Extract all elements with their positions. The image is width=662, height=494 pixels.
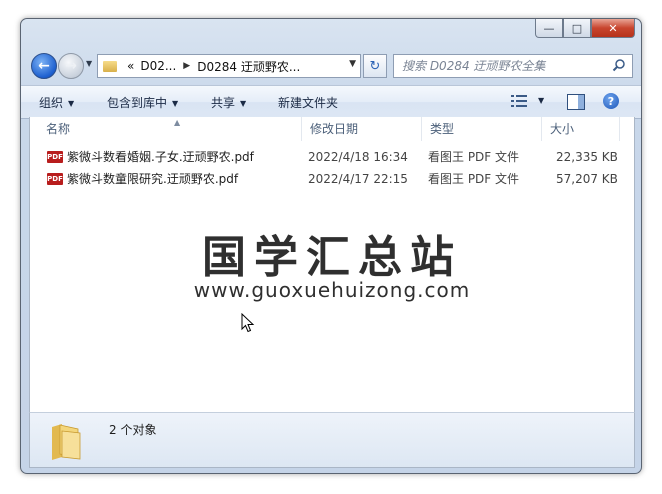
item-count: 2 个对象	[109, 423, 157, 437]
mouse-cursor-icon	[241, 313, 255, 333]
caption-buttons: — □ ✕	[535, 19, 635, 38]
explorer-window: — □ ✕ ← → ▼ « D02... ▶ D0284 迂顽野农... ▼ ↻	[20, 18, 642, 474]
pdf-file-icon: PDF	[47, 151, 63, 163]
file-date: 2022/4/18 16:34	[308, 150, 408, 164]
file-list: 名称 ▲ 修改日期 类型 大小 PDF 紫微斗数看婚姻.子女.迂顽野农.pdf …	[29, 117, 635, 412]
close-button[interactable]: ✕	[591, 19, 635, 38]
maximize-button[interactable]: □	[563, 19, 591, 38]
refresh-icon: ↻	[369, 58, 381, 74]
view-options-dropdown[interactable]: ▼	[538, 96, 544, 105]
back-arrow-icon: ←	[38, 58, 50, 74]
back-button[interactable]: ←	[31, 53, 57, 79]
details-pane: 2 个对象	[29, 412, 635, 468]
watermark-title: 国学汇总站	[202, 232, 462, 283]
search-box[interactable]	[393, 54, 633, 78]
address-bar[interactable]: « D02... ▶ D0284 迂顽野农... ▼	[97, 54, 361, 78]
column-name[interactable]: 名称 ▲	[38, 117, 302, 141]
column-date-modified[interactable]: 修改日期	[302, 117, 422, 141]
dropdown-arrow-icon: ▼	[172, 99, 179, 108]
refresh-button[interactable]: ↻	[363, 54, 387, 78]
forward-arrow-icon: →	[65, 58, 77, 74]
file-row[interactable]: PDF 紫微斗数童限研究.迂顽野农.pdf 2022/4/17 22:15 看图…	[30, 168, 634, 190]
organize-menu[interactable]: 组织 ▼	[39, 94, 74, 111]
column-type[interactable]: 类型	[422, 117, 542, 141]
sort-ascending-icon: ▲	[174, 118, 181, 127]
forward-button[interactable]: →	[58, 53, 84, 79]
share-label: 共享	[211, 96, 236, 110]
breadcrumb-parent[interactable]: D02...	[137, 59, 179, 73]
column-size[interactable]: 大小	[542, 117, 620, 141]
pdf-file-icon: PDF	[47, 173, 63, 185]
folder-icon	[103, 60, 117, 72]
column-header: 名称 ▲ 修改日期 类型 大小	[30, 117, 634, 141]
file-name[interactable]: 紫微斗数童限研究.迂顽野农.pdf	[67, 168, 238, 190]
breadcrumb-current[interactable]: D0284 迂顽野农...	[194, 58, 303, 75]
search-icon[interactable]	[612, 58, 626, 72]
chevron-right-icon[interactable]: ▶	[179, 61, 194, 71]
file-size: 22,335 KB	[556, 150, 618, 164]
file-type: 看图王 PDF 文件	[428, 172, 520, 186]
preview-pane-icon[interactable]	[567, 94, 585, 110]
dropdown-arrow-icon: ▼	[68, 99, 75, 108]
new-folder-button[interactable]: 新建文件夹	[278, 94, 338, 111]
file-date: 2022/4/17 22:15	[308, 172, 408, 186]
address-dropdown-icon[interactable]: ▼	[349, 59, 356, 69]
recent-pages-dropdown[interactable]: ▼	[86, 59, 92, 68]
watermark-url: www.guoxuehuizong.com	[193, 278, 471, 302]
help-icon[interactable]: ?	[603, 93, 619, 109]
include-in-library-menu[interactable]: 包含到库中 ▼	[107, 94, 178, 111]
file-size: 57,207 KB	[556, 172, 618, 186]
folder-icon	[52, 424, 81, 460]
change-view-icon[interactable]	[511, 95, 527, 107]
share-menu[interactable]: 共享 ▼	[211, 94, 246, 111]
minimize-button[interactable]: —	[535, 19, 563, 38]
search-input[interactable]	[400, 58, 610, 74]
breadcrumb-overflow[interactable]: «	[124, 59, 137, 73]
command-bar: 组织 ▼ 包含到库中 ▼ 共享 ▼ 新建文件夹 ▼ ?	[21, 85, 641, 119]
dropdown-arrow-icon: ▼	[240, 99, 247, 108]
include-in-library-label: 包含到库中	[107, 96, 168, 110]
column-name-label: 名称	[46, 122, 71, 136]
file-name[interactable]: 紫微斗数看婚姻.子女.迂顽野农.pdf	[67, 146, 254, 168]
file-type: 看图王 PDF 文件	[428, 150, 520, 164]
navigation-bar: ← → ▼ « D02... ▶ D0284 迂顽野农... ▼ ↻	[29, 49, 633, 81]
organize-label: 组织	[39, 96, 64, 110]
file-row[interactable]: PDF 紫微斗数看婚姻.子女.迂顽野农.pdf 2022/4/18 16:34 …	[30, 146, 634, 168]
